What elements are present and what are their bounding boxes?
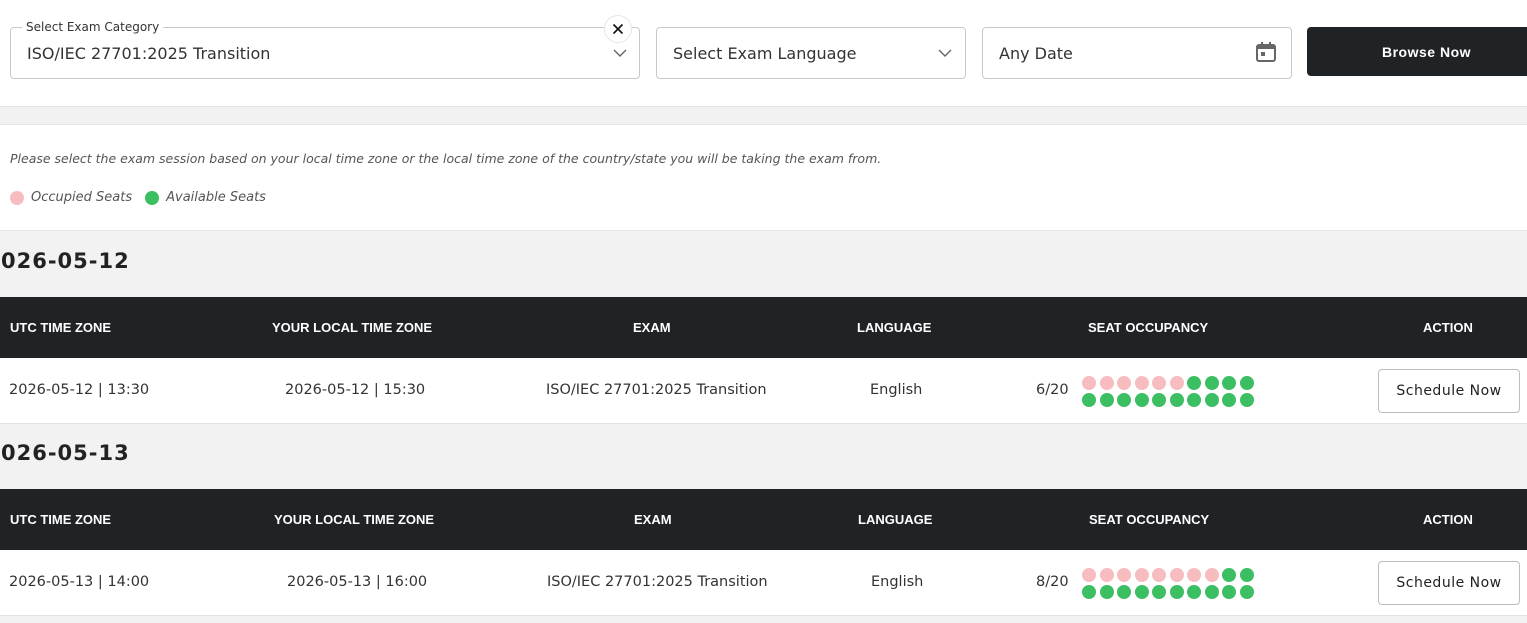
occupied-seat-dot (1169, 568, 1184, 582)
browse-now-button[interactable]: Browse Now (1307, 27, 1527, 76)
col-exam: EXAM (633, 320, 671, 335)
calendar-icon[interactable] (1255, 41, 1277, 63)
available-seat-dot (1082, 585, 1096, 599)
date-picker-placeholder: Any Date (999, 44, 1073, 63)
info-panel: Please select the exam session based on … (0, 124, 1527, 231)
exam-cell: ISO/IEC 27701:2025 Transition (546, 382, 767, 398)
available-seat-dot (1134, 393, 1149, 407)
local-time-cell: 2026-05-12 | 15:30 (285, 382, 426, 398)
close-icon (612, 23, 624, 35)
occupied-seats-label: Occupied Seats (31, 190, 133, 205)
available-seat-dot (1222, 585, 1236, 599)
occupied-seat-dot (1099, 568, 1114, 582)
available-seat-dot (1099, 393, 1114, 407)
available-seat-dot (1187, 376, 1201, 390)
seat-legend: Occupied Seats Available Seats (10, 190, 279, 205)
available-seat-dot (1204, 393, 1219, 407)
available-seat-dot (1239, 393, 1254, 407)
exam-category-value: ISO/IEC 27701:2025 Transition (27, 44, 271, 63)
occupied-seat-dot (1099, 376, 1114, 390)
col-utc-time: UTC TIME ZONE (10, 512, 112, 527)
occupied-seat-dot (1152, 376, 1166, 390)
local-time-cell: 2026-05-13 | 16:00 (287, 574, 428, 590)
clear-category-button[interactable] (604, 15, 632, 43)
available-seat-dot (1222, 393, 1236, 407)
occupied-seat-dot (1204, 568, 1219, 582)
table-row: 2026-05-12 | 13:30 2026-05-12 | 15:30 IS… (0, 358, 1527, 424)
col-seat-occupancy: SEAT OCCUPANCY (1089, 512, 1210, 527)
language-cell: English (871, 574, 924, 590)
available-seat-dot (1187, 585, 1201, 599)
table-row: 2026-05-13 | 14:00 2026-05-13 | 16:00 IS… (0, 550, 1527, 616)
schedule-now-button[interactable]: Schedule Now (1378, 369, 1520, 413)
occupied-seat-dot (1152, 568, 1166, 582)
exam-language-select[interactable]: Select Exam Language (656, 27, 966, 79)
available-seat-dot (1239, 376, 1254, 390)
available-seat-dot (1082, 393, 1096, 407)
chevron-down-icon (938, 49, 952, 57)
occupied-seat-dot (1082, 376, 1096, 390)
col-action: ACTION (1423, 320, 1473, 335)
utc-time-cell: 2026-05-13 | 14:00 (9, 574, 150, 590)
seat-grid (1082, 376, 1257, 407)
available-seat-dot (1152, 585, 1166, 599)
exam-category-legend: Select Exam Category (22, 20, 164, 34)
available-seat-swatch (145, 190, 160, 205)
col-language: LANGUAGE (857, 320, 932, 335)
available-seat-dot (1222, 376, 1236, 390)
filter-bar: Select Exam Category ISO/IEC 27701:2025 … (0, 0, 1527, 107)
occupied-seat-dot (1134, 568, 1149, 582)
session-table-header: UTC TIME ZONE YOUR LOCAL TIME ZONE EXAM … (0, 297, 1527, 358)
available-seat-dot (1222, 568, 1236, 582)
utc-time-cell: 2026-05-12 | 13:30 (9, 382, 150, 398)
col-language: LANGUAGE (858, 512, 933, 527)
available-seat-dot (1239, 585, 1254, 599)
occupied-seat-dot (1082, 568, 1096, 582)
exam-category-select[interactable]: Select Exam Category ISO/IEC 27701:2025 … (10, 20, 640, 79)
col-seat-occupancy: SEAT OCCUPANCY (1088, 320, 1209, 335)
available-seat-dot (1239, 568, 1254, 582)
available-seats-label: Available Seats (166, 190, 266, 205)
available-seat-dot (1117, 585, 1131, 599)
col-utc-time: UTC TIME ZONE (10, 320, 112, 335)
available-seat-dot (1204, 376, 1219, 390)
col-exam: EXAM (634, 512, 672, 527)
col-action: ACTION (1423, 512, 1473, 527)
available-seat-dot (1204, 585, 1219, 599)
occupancy-count: 6/20 (1036, 382, 1069, 398)
available-seat-dot (1117, 393, 1131, 407)
timezone-note: Please select the exam session based on … (10, 151, 882, 166)
occupied-seat-swatch (10, 190, 24, 205)
session-date-heading: 026-05-12 (1, 249, 130, 273)
date-picker-field[interactable]: Any Date (982, 27, 1292, 79)
chevron-down-icon[interactable] (612, 45, 628, 61)
available-seat-dot (1169, 585, 1184, 599)
available-seat-dot (1169, 393, 1184, 407)
session-table-header: UTC TIME ZONE YOUR LOCAL TIME ZONE EXAM … (0, 489, 1527, 550)
col-local-time: YOUR LOCAL TIME ZONE (272, 320, 433, 335)
occupied-seat-dot (1134, 376, 1149, 390)
occupied-seat-dot (1169, 376, 1184, 390)
available-seat-dot (1099, 585, 1114, 599)
available-seat-dot (1152, 393, 1166, 407)
col-local-time: YOUR LOCAL TIME ZONE (274, 512, 435, 527)
exam-language-placeholder: Select Exam Language (673, 44, 857, 63)
occupied-seat-dot (1187, 568, 1201, 582)
occupied-seat-dot (1117, 376, 1131, 390)
language-cell: English (870, 382, 923, 398)
session-date-heading: 026-05-13 (1, 441, 130, 465)
occupancy-count: 8/20 (1036, 574, 1069, 590)
available-seat-dot (1187, 393, 1201, 407)
schedule-now-button[interactable]: Schedule Now (1378, 561, 1520, 605)
exam-cell: ISO/IEC 27701:2025 Transition (547, 574, 768, 590)
available-seat-dot (1134, 585, 1149, 599)
seat-grid (1082, 568, 1257, 599)
occupied-seat-dot (1117, 568, 1131, 582)
